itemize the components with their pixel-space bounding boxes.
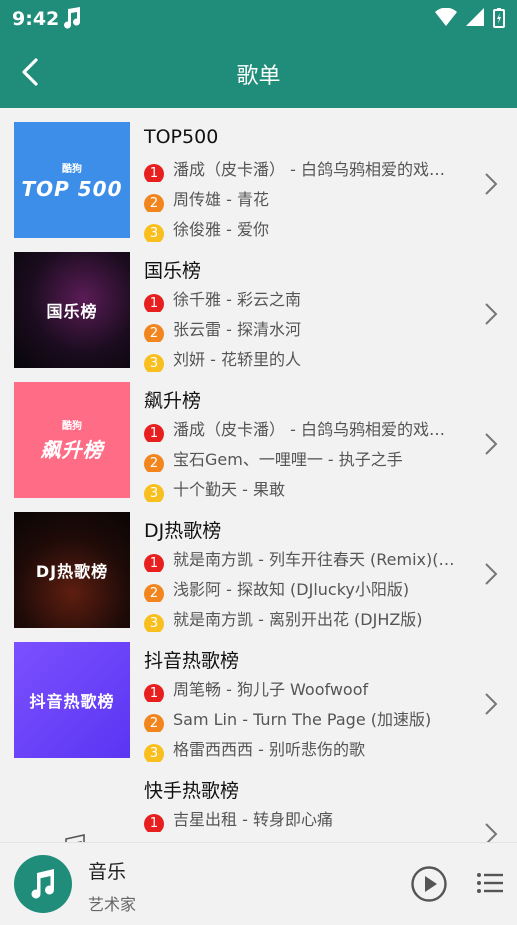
signal-icon [465, 8, 484, 26]
playlist-cover: 酷狗 TOP 500 [14, 122, 130, 238]
chevron-right-icon [485, 823, 498, 842]
playlist-list[interactable]: 酷狗 TOP 500 TOP500 1 潘成（皮卡潘） - 白鸽乌鸦相爱的戏… 2… [0, 108, 517, 842]
playlist-title: 快手热歌榜 [144, 780, 240, 802]
song-text: 周传雄 - 青花 [173, 190, 269, 209]
song-text: 张云雷 - 探清水河 [173, 320, 301, 339]
music-note-icon [31, 869, 54, 899]
song-text: Sam Lin - Turn The Page (加速版) [173, 710, 432, 729]
song-text: 浅影阿 - 探故知 (DJlucky小阳版) [173, 580, 410, 599]
song-item: 2 Sam Lin - Turn The Page (加速版) [144, 706, 464, 732]
status-time: 9:42 [12, 8, 60, 30]
playlist-menu-button[interactable] [476, 871, 504, 895]
song-text: 周笔畅 - 狗儿子 Woofwoof [173, 680, 369, 699]
rank-badge: 1 [144, 814, 164, 832]
rank-badge: 2 [144, 714, 164, 732]
music-notification-icon [62, 6, 82, 34]
chevron-right-icon [485, 173, 498, 195]
cover-brand-text: 酷狗 [62, 163, 82, 175]
playlist-row-top500[interactable]: 酷狗 TOP 500 TOP500 1 潘成（皮卡潘） - 白鸽乌鸦相爱的戏… 2… [0, 108, 517, 242]
playlist-title: 飙升榜 [144, 390, 202, 412]
page-title: 歌单 [236, 64, 281, 89]
playlist-cover: 国乐榜 [14, 252, 130, 368]
playlist-title: 抖音热歌榜 [144, 650, 240, 672]
status-bar: 9:42 [0, 0, 517, 36]
rank-badge: 2 [144, 194, 164, 212]
status-icons [431, 8, 505, 28]
rank-badge: 2 [144, 454, 164, 472]
cover-title-text: 国乐榜 [46, 302, 98, 321]
playlist-cover: DJ热歌榜 [14, 512, 130, 628]
song-item: 2 浅影阿 - 探故知 (DJlucky小阳版) [144, 576, 464, 602]
chevron-right-icon [485, 693, 498, 715]
playlist-row-kuaishou[interactable]: 快手热歌榜 1 吉星出租 - 转身即心痛 [0, 758, 517, 842]
song-item: 2 张云雷 - 探清水河 [144, 316, 464, 342]
playlist-title: 国乐榜 [144, 260, 202, 282]
player-artist: 艺术家 [88, 895, 137, 914]
music-note-icon [65, 834, 85, 842]
playlist-cover: 抖音热歌榜 [14, 642, 130, 758]
app-bar: 歌单 [0, 36, 517, 108]
rank-badge: 2 [144, 584, 164, 602]
cover-title-text: DJ热歌榜 [35, 562, 109, 581]
cover-title-text: TOP 500 [21, 176, 123, 201]
chevron-right-icon [485, 303, 498, 325]
player-album-art[interactable] [14, 855, 72, 913]
playlist-row-guoyue[interactable]: 国乐榜 国乐榜 1 徐千雅 - 彩云之南 2 张云雷 - 探清水河 3 刘妍 - 花轿… [0, 238, 517, 372]
song-text: 潘成（皮卡潘） - 白鸽乌鸦相爱的戏… [173, 160, 445, 179]
song-text: 吉星出租 - 转身即心痛 [173, 810, 333, 829]
song-text: 刘妍 - 花轿里的人 [173, 350, 301, 369]
song-text: 徐千雅 - 彩云之南 [173, 290, 301, 309]
cover-title-text: 抖音热歌榜 [29, 692, 115, 711]
song-item: 1 就是南方凯 - 列车开往春天 (Remix)(… [144, 546, 464, 572]
chevron-right-icon [485, 433, 498, 455]
song-item: 1 潘成（皮卡潘） - 白鸽乌鸦相爱的戏… [144, 156, 464, 182]
song-item: 2 周传雄 - 青花 [144, 186, 464, 212]
song-item: 2 宝石Gem、一哩哩一 - 执子之手 [144, 446, 464, 472]
chevron-right-icon [485, 563, 498, 585]
song-text: 就是南方凯 - 列车开往春天 (Remix)(… [173, 550, 455, 569]
playlist-cover-placeholder [14, 772, 130, 842]
rank-badge: 2 [144, 324, 164, 342]
play-button[interactable] [410, 865, 448, 903]
rank-badge: 1 [144, 684, 164, 702]
cover-brand-text: 酷狗 [62, 421, 82, 432]
playlist-row-dj[interactable]: DJ热歌榜 DJ热歌榜 1 就是南方凯 - 列车开往春天 (Remix)(… 2浅… [0, 498, 517, 632]
song-item: 1 周笔畅 - 狗儿子 Woofwoof [144, 676, 464, 702]
song-text: 就是南方凯 - 离别开出花 (DJHZ版) [173, 610, 423, 629]
song-item: 1 潘成（皮卡潘） - 白鸽乌鸦相爱的戏… [144, 416, 464, 442]
playlist-cover: 酷狗 飙升榜 [14, 382, 130, 498]
mini-player[interactable]: 音乐 艺术家 [0, 842, 517, 925]
song-text: 潘成（皮卡潘） - 白鸽乌鸦相爱的戏… [173, 420, 445, 439]
song-item: 1 吉星出租 - 转身即心痛 [144, 806, 464, 832]
player-song-title: 音乐 [88, 861, 127, 883]
playlist-row-biaosheng[interactable]: 酷狗 飙升榜 飙升榜 1 潘成（皮卡潘） - 白鸽乌鸦相爱的戏… 2 宝石Gem、一… [0, 368, 517, 502]
playlist-title: DJ热歌榜 [144, 520, 222, 542]
song-text: 十个勤天 - 果敢 [173, 480, 285, 499]
song-text: 格雷西西西 - 别听悲伤的歌 [173, 740, 365, 759]
rank-badge: 1 [144, 294, 164, 312]
song-text: 宝石Gem、一哩哩一 - 执子之手 [173, 450, 403, 469]
playlist-title: TOP500 [144, 126, 219, 148]
song-text: 徐俊雅 - 爱你 [173, 220, 269, 239]
playlist-row-douyin[interactable]: 抖音热歌榜 抖音热歌榜 1 周笔畅 - 狗儿子 Woofwoof 2 Sam Lin… [0, 628, 517, 762]
rank-badge: 1 [144, 164, 164, 182]
song-item: 1 徐千雅 - 彩云之南 [144, 286, 464, 312]
battery-icon [493, 8, 505, 28]
cover-title-text: 飙升榜 [40, 438, 104, 462]
rank-badge: 1 [144, 424, 164, 442]
rank-badge: 1 [144, 554, 164, 572]
wifi-icon [434, 8, 457, 26]
